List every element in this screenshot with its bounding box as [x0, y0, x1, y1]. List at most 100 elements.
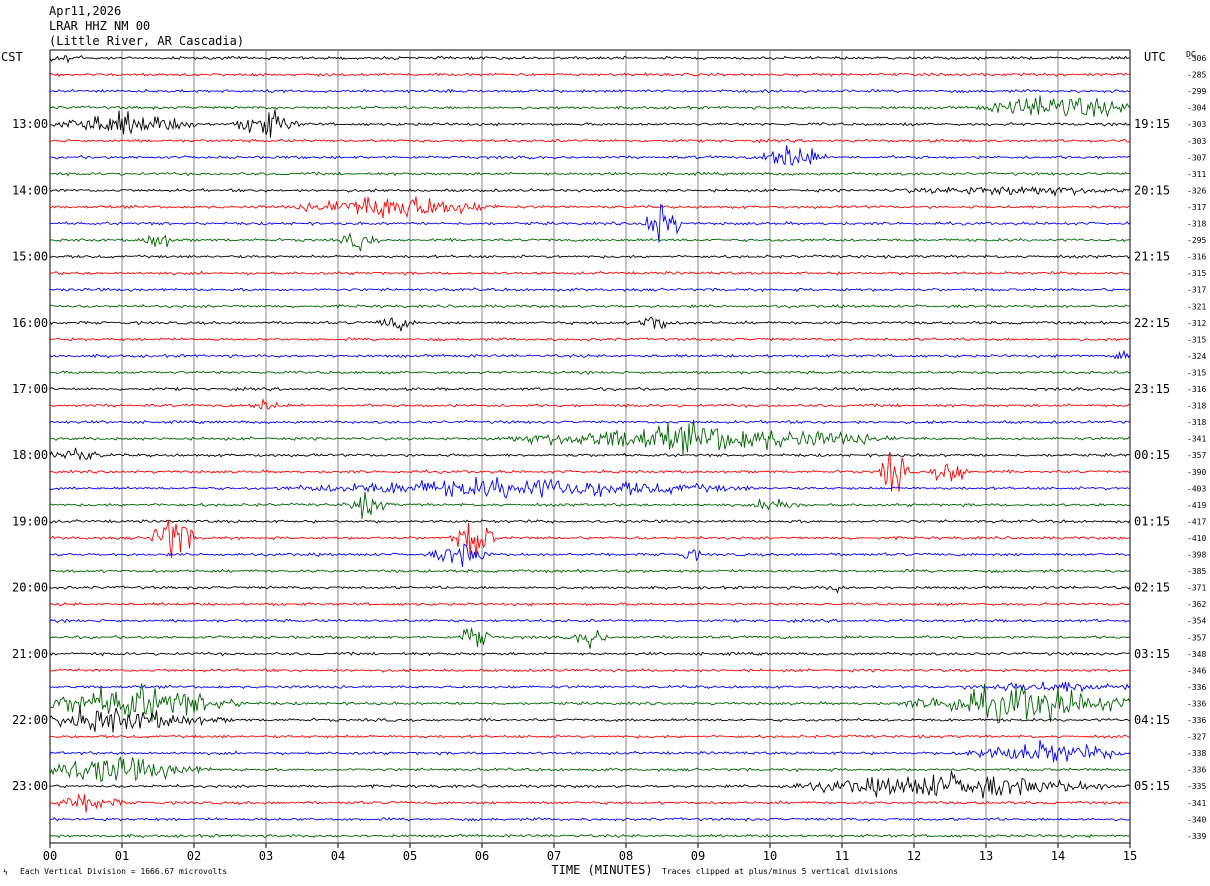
seismogram-trace — [49, 270, 1131, 276]
dc-offset-label: -336 — [1187, 699, 1206, 708]
dc-offset-label: -316 — [1187, 253, 1206, 262]
dc-offset-label: -339 — [1187, 832, 1206, 841]
cst-hour-label: 17:00 — [12, 382, 48, 396]
utc-hour-label: 04:15 — [1134, 713, 1170, 727]
utc-hour-label: 23:15 — [1134, 382, 1170, 396]
x-tick-label: 15 — [1123, 849, 1137, 863]
dc-offset-label: -357 — [1187, 451, 1206, 460]
seismogram-trace — [49, 337, 1131, 342]
seismogram-trace — [49, 349, 1131, 360]
dc-offset-label: -385 — [1187, 567, 1206, 576]
seismogram-trace — [49, 204, 1131, 243]
seismogram-trace — [49, 627, 1131, 649]
cst-hour-label: 14:00 — [12, 183, 48, 197]
seismogram-trace — [49, 681, 1131, 693]
cst-hour-label: 18:00 — [12, 448, 48, 462]
dc-offset-label: -362 — [1187, 600, 1206, 609]
seismogram-trace — [49, 232, 1131, 252]
seismogram-trace — [49, 585, 1131, 594]
dc-offset-label: -304 — [1187, 104, 1206, 113]
x-tick-label: 11 — [835, 849, 849, 863]
utc-hour-label: 03:15 — [1134, 647, 1170, 661]
utc-hour-label: 01:15 — [1134, 514, 1170, 528]
seismogram-trace — [49, 145, 1131, 166]
seismogram-trace — [49, 756, 1130, 783]
seismogram-trace — [49, 601, 1131, 607]
dc-offset-label: -318 — [1187, 418, 1206, 427]
dc-offset-label: -354 — [1187, 617, 1206, 626]
x-tick-label: 03 — [259, 849, 273, 863]
dc-offset-label: -318 — [1187, 220, 1206, 229]
seismogram-trace — [49, 185, 1131, 198]
dc-offset-label: -315 — [1187, 368, 1206, 377]
x-tick-label: 12 — [907, 849, 921, 863]
dc-offset-label: -311 — [1187, 170, 1206, 179]
dc-offset-label: -390 — [1187, 468, 1206, 477]
seismogram-trace — [49, 618, 1131, 624]
dc-offset-label: -306 — [1187, 54, 1206, 63]
dc-offset-label: -419 — [1187, 501, 1206, 510]
dc-offset-label: -307 — [1187, 153, 1206, 162]
cst-hour-label: 16:00 — [12, 316, 48, 330]
seismogram-trace — [50, 109, 1131, 138]
cst-hour-label: 22:00 — [12, 713, 48, 727]
x-tick-label: 01 — [115, 849, 129, 863]
seismogram-trace — [49, 651, 1131, 657]
dc-offset-label: -341 — [1187, 799, 1206, 808]
seismogram-trace — [49, 794, 1131, 813]
seismogram-trace — [49, 370, 1131, 375]
seismogram-trace — [49, 476, 1131, 499]
utc-hour-label: 21:15 — [1134, 250, 1170, 264]
seismogram-trace — [49, 447, 1131, 462]
seismogram-trace — [49, 316, 1131, 332]
seismogram-trace — [49, 683, 1131, 724]
seismogram-trace — [49, 72, 1131, 77]
cst-hour-label: 15:00 — [12, 250, 48, 264]
seismogram-trace — [50, 816, 1131, 822]
dc-offset-label: -417 — [1187, 517, 1206, 526]
dc-offset-label: -285 — [1187, 71, 1206, 80]
x-tick-label: 06 — [475, 849, 489, 863]
x-tick-label: 07 — [547, 849, 561, 863]
dc-offset-label: -338 — [1187, 749, 1206, 758]
dc-offset-label: -410 — [1187, 534, 1206, 543]
x-tick-label: 10 — [763, 849, 777, 863]
dc-offset-label: -316 — [1187, 385, 1206, 394]
x-axis-label: TIME (MINUTES) — [551, 863, 652, 877]
seismogram-trace — [49, 518, 1131, 524]
seismogram-trace — [49, 833, 1131, 839]
x-tick-label: 05 — [403, 849, 417, 863]
x-tick-label: 09 — [691, 849, 705, 863]
dc-offset-label: -398 — [1187, 551, 1206, 560]
dc-offset-label: -295 — [1187, 236, 1206, 245]
seismogram-trace — [49, 196, 1130, 219]
dc-offset-label: -299 — [1187, 87, 1206, 96]
dc-offset-label: -326 — [1187, 186, 1206, 195]
seismogram-trace — [49, 519, 1131, 558]
seismogram-trace — [49, 740, 1131, 763]
utc-hour-label: 02:15 — [1134, 581, 1170, 595]
utc-hour-label: 19:15 — [1134, 117, 1170, 131]
seismogram-trace — [49, 397, 1131, 410]
seismogram-trace — [49, 55, 1131, 64]
dc-offset-label: -341 — [1187, 435, 1206, 444]
seismogram-trace — [49, 138, 1131, 144]
seismogram-trace — [49, 386, 1131, 392]
x-tick-label: 00 — [43, 849, 57, 863]
x-tick-label: 04 — [331, 849, 345, 863]
seismogram-trace — [49, 254, 1131, 260]
seismogram-trace — [49, 451, 1131, 492]
dc-offset-label: -315 — [1187, 335, 1206, 344]
dc-offset-label: -371 — [1187, 584, 1206, 593]
dc-offset-label: -336 — [1187, 716, 1206, 725]
dc-offset-label: -327 — [1187, 733, 1206, 742]
seismogram-trace — [49, 706, 1131, 733]
seismogram-trace — [49, 171, 1131, 177]
dc-offset-label: -348 — [1187, 650, 1206, 659]
dc-offset-label: -324 — [1187, 352, 1206, 361]
utc-hour-label: 20:15 — [1134, 183, 1170, 197]
dc-offset-label: -303 — [1187, 120, 1206, 129]
cst-hour-label: 19:00 — [12, 514, 48, 528]
dc-offset-label: -317 — [1187, 203, 1206, 212]
dc-offset-label: -303 — [1187, 137, 1206, 146]
